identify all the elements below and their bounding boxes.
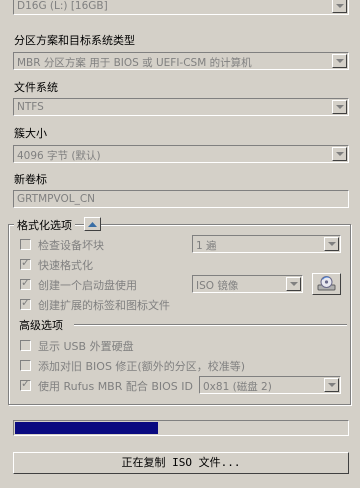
checkmark-icon: ✓ xyxy=(21,377,31,390)
chevron-down-icon[interactable] xyxy=(324,378,339,392)
partition-label: 分区方案和目标系统类型 xyxy=(14,34,135,47)
check-bad-blocks-label: 检查设备坏块 xyxy=(38,239,104,252)
bad-blocks-passes-value: 1 遍 xyxy=(196,240,217,252)
drive-disc-icon xyxy=(317,276,336,291)
volume-label: 新卷标 xyxy=(14,173,47,186)
progress-fill xyxy=(15,422,158,434)
extended-label-checkbox[interactable]: ✓ xyxy=(20,296,31,310)
volume-input-value: GRTMPVOL_CN xyxy=(17,193,96,205)
device-select-value: D16G (L:) [16GB] xyxy=(17,0,108,12)
chevron-up-icon xyxy=(88,222,97,227)
checkmark-icon: ✓ xyxy=(21,256,31,269)
boot-type-select[interactable]: ISO 镜像 xyxy=(192,275,303,293)
filesystem-label: 文件系统 xyxy=(14,81,58,94)
filesystem-select[interactable]: NTFS xyxy=(13,98,349,116)
show-usb-checkbox[interactable] xyxy=(20,340,31,351)
partition-select-value: MBR 分区方案 用于 BIOS 或 UEFI-CSM 的计算机 xyxy=(17,57,252,69)
rufus-mbr-label: 使用 Rufus MBR 配合 BIOS ID xyxy=(38,380,194,393)
quick-format-checkbox[interactable]: ✓ xyxy=(20,256,31,270)
cluster-select-value: 4096 字节 (默认) xyxy=(17,150,101,162)
old-bios-checkbox[interactable] xyxy=(20,360,31,371)
chevron-down-icon[interactable] xyxy=(332,100,347,114)
chevron-down-icon[interactable] xyxy=(332,0,347,13)
check-bad-blocks-checkbox[interactable] xyxy=(20,239,31,250)
chevron-down-icon[interactable] xyxy=(332,147,347,161)
rufus-mbr-checkbox[interactable]: ✓ xyxy=(20,377,31,391)
bios-id-select[interactable]: 0x81 (磁盘 2) xyxy=(199,376,341,394)
create-bootable-checkbox[interactable]: ✓ xyxy=(20,276,31,290)
chevron-down-icon[interactable] xyxy=(286,277,301,291)
chevron-down-icon[interactable] xyxy=(332,54,347,68)
advanced-options-title: 高级选项 xyxy=(19,317,63,333)
format-options-title: 格式化选项 xyxy=(14,217,75,233)
toggle-format-options-button[interactable] xyxy=(84,217,101,231)
cluster-select[interactable]: 4096 字节 (默认) xyxy=(13,145,349,163)
checkmark-icon: ✓ xyxy=(21,296,31,309)
checkmark-icon: ✓ xyxy=(21,276,31,289)
boot-type-value: ISO 镜像 xyxy=(196,280,239,292)
advanced-divider xyxy=(74,324,347,326)
quick-format-label: 快速格式化 xyxy=(38,259,93,272)
old-bios-label: 添加对旧 BIOS 修正(额外的分区，校准等) xyxy=(38,360,246,373)
advanced-options-title-text: 高级选项 xyxy=(19,319,63,332)
progress-bar xyxy=(13,420,349,436)
format-options-title-text: 格式化选项 xyxy=(17,219,72,232)
partition-select[interactable]: MBR 分区方案 用于 BIOS 或 UEFI-CSM 的计算机 xyxy=(13,52,349,70)
status-bar: 正在复制 ISO 文件... xyxy=(13,452,349,474)
bad-blocks-passes-select[interactable]: 1 遍 xyxy=(192,235,341,253)
filesystem-select-value: NTFS xyxy=(17,101,44,113)
device-select[interactable]: D16G (L:) [16GB] xyxy=(13,0,349,15)
show-usb-label: 显示 USB 外置硬盘 xyxy=(38,340,134,353)
volume-input[interactable]: GRTMPVOL_CN xyxy=(13,190,349,208)
cluster-label: 簇大小 xyxy=(14,127,47,140)
chevron-down-icon[interactable] xyxy=(324,237,339,251)
bios-id-value: 0x81 (磁盘 2) xyxy=(203,381,272,393)
status-text: 正在复制 ISO 文件... xyxy=(121,456,241,469)
select-iso-button[interactable] xyxy=(312,273,341,295)
create-bootable-label: 创建一个启动盘使用 xyxy=(38,279,137,292)
extended-label-label: 创建扩展的标签和图标文件 xyxy=(38,299,170,312)
